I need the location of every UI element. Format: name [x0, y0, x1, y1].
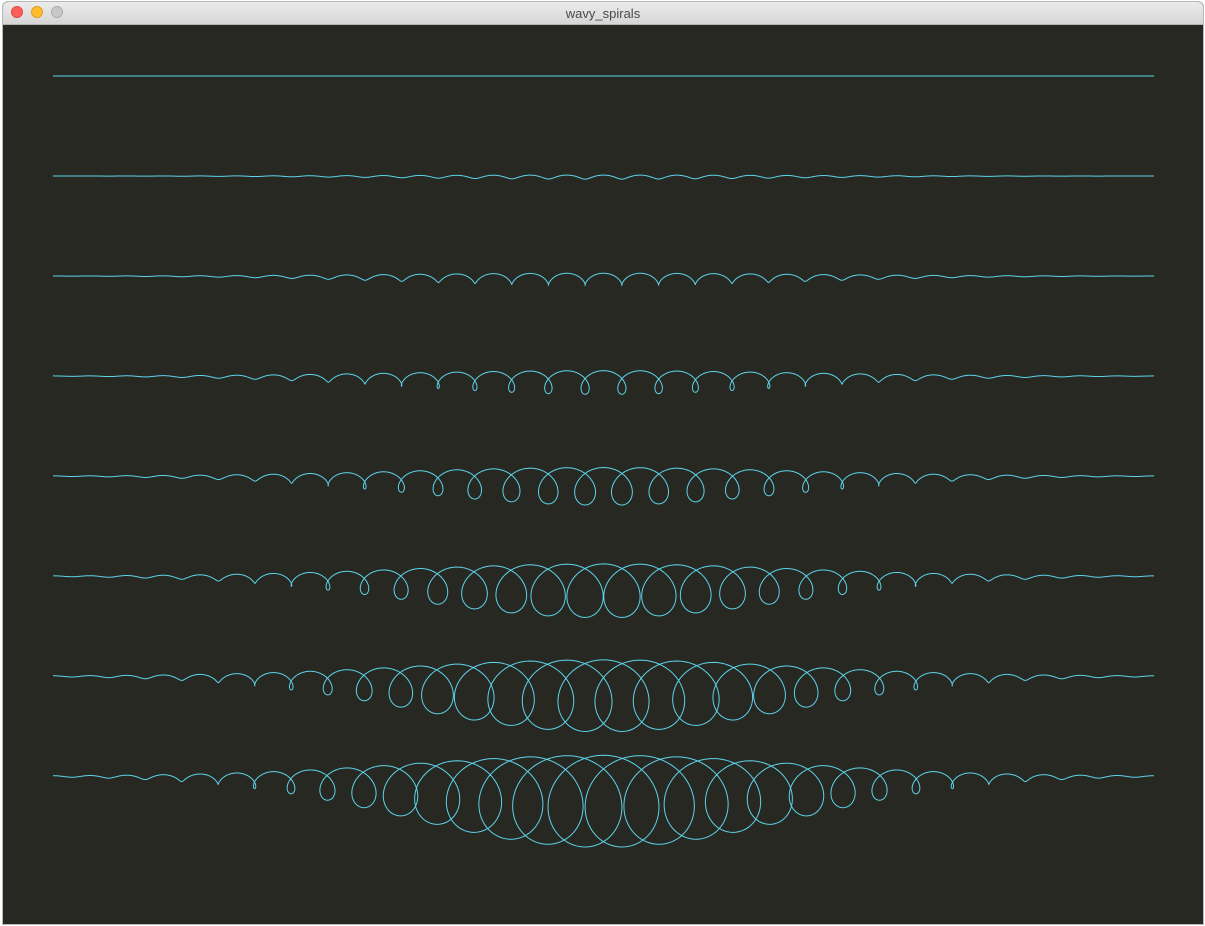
sketch-canvas [53, 75, 1154, 848]
window-title: wavy_spirals [565, 6, 641, 21]
spiral-curve-row-2 [53, 174, 1154, 180]
title-bar[interactable]: wavy_spirals [3, 2, 1203, 25]
spiral-curve-row-3 [53, 272, 1154, 287]
spiral-curve-row-6 [53, 563, 1154, 618]
spiral-curve-row-4 [53, 370, 1154, 395]
spiral-curves [53, 75, 1154, 848]
spiral-curve-row-8 [53, 754, 1154, 848]
spiral-curve-row-7 [53, 659, 1154, 732]
spiral-curve-row-5 [53, 467, 1154, 506]
app-window: wavy_spirals [3, 2, 1203, 924]
